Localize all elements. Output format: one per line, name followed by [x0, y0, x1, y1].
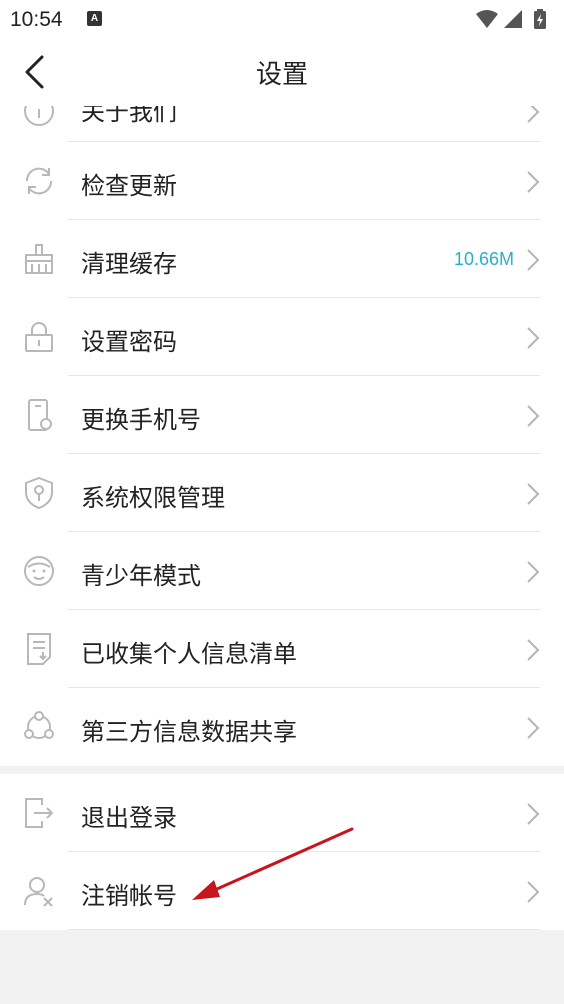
settings-item-label: 检查更新 [81, 172, 177, 200]
settings-item-label: 第三方信息数据共享 [81, 718, 297, 746]
settings-item-delete-account[interactable]: 注销帐号 [0, 852, 564, 930]
logout-icon [22, 796, 56, 830]
settings-item-teen-mode[interactable]: 青少年模式 [0, 532, 564, 610]
settings-item-label: 更换手机号 [81, 406, 201, 434]
settings-item-collected-info[interactable]: 已收集个人信息清单 [0, 610, 564, 688]
settings-item-label: 系统权限管理 [81, 484, 225, 512]
settings-item-label: 退出登录 [81, 804, 177, 832]
settings-item-logout[interactable]: 退出登录 [0, 774, 564, 852]
settings-item-permissions[interactable]: 系统权限管理 [0, 454, 564, 532]
settings-item-label: 关于我们 [81, 106, 177, 126]
divider [68, 929, 540, 930]
child-face-icon [22, 554, 56, 588]
settings-item-label: 清理缓存 [81, 250, 177, 278]
chevron-right-icon [526, 482, 540, 506]
lock-icon [22, 320, 56, 354]
settings-item-label: 设置密码 [81, 328, 177, 356]
settings-item-label: 已收集个人信息清单 [81, 640, 297, 668]
share-icon [22, 710, 56, 744]
chevron-right-icon [526, 404, 540, 428]
info-icon [22, 106, 56, 128]
page-title: 设置 [255, 60, 308, 90]
status-time: 10:54 [10, 8, 63, 31]
settings-item-set-password[interactable]: 设置密码 [0, 298, 564, 376]
chevron-right-icon [526, 170, 540, 194]
settings-item-third-party-sharing[interactable]: 第三方信息数据共享 [0, 688, 564, 766]
status-bar: 10:54 A [0, 0, 564, 38]
system-icons [474, 8, 554, 30]
settings-item-about[interactable]: 关于我们 [0, 106, 564, 142]
section-separator [0, 766, 564, 774]
chevron-right-icon [526, 106, 540, 124]
settings-item-clear-cache[interactable]: 清理缓存 10.66M [0, 220, 564, 298]
chevron-right-icon [526, 638, 540, 662]
settings-item-change-phone[interactable]: 更换手机号 [0, 376, 564, 454]
settings-item-label: 注销帐号 [81, 882, 177, 910]
delete-user-icon [22, 874, 56, 908]
app-header: 设置 [0, 38, 564, 106]
shield-key-icon [22, 476, 56, 510]
phone-icon [22, 398, 56, 432]
settings-item-check-update[interactable]: 检查更新 [0, 142, 564, 220]
notification-icon: A [87, 11, 102, 26]
battery-charging-icon [534, 9, 546, 29]
document-icon [22, 632, 56, 666]
refresh-icon [22, 164, 56, 198]
settings-list: 关于我们 检查更新 清理缓存 10.66M 设置密码 更换手机号 系统权限管理 … [0, 106, 564, 930]
chevron-right-icon [526, 248, 540, 272]
wifi-icon [476, 10, 498, 28]
cellular-signal-icon [504, 10, 522, 28]
chevron-right-icon [526, 560, 540, 584]
chevron-right-icon [526, 802, 540, 826]
cache-size-value: 10.66M [453, 249, 514, 269]
broom-icon [22, 242, 56, 276]
chevron-right-icon [526, 716, 540, 740]
settings-item-label: 青少年模式 [81, 562, 201, 590]
chevron-right-icon [526, 880, 540, 904]
chevron-right-icon [526, 326, 540, 350]
